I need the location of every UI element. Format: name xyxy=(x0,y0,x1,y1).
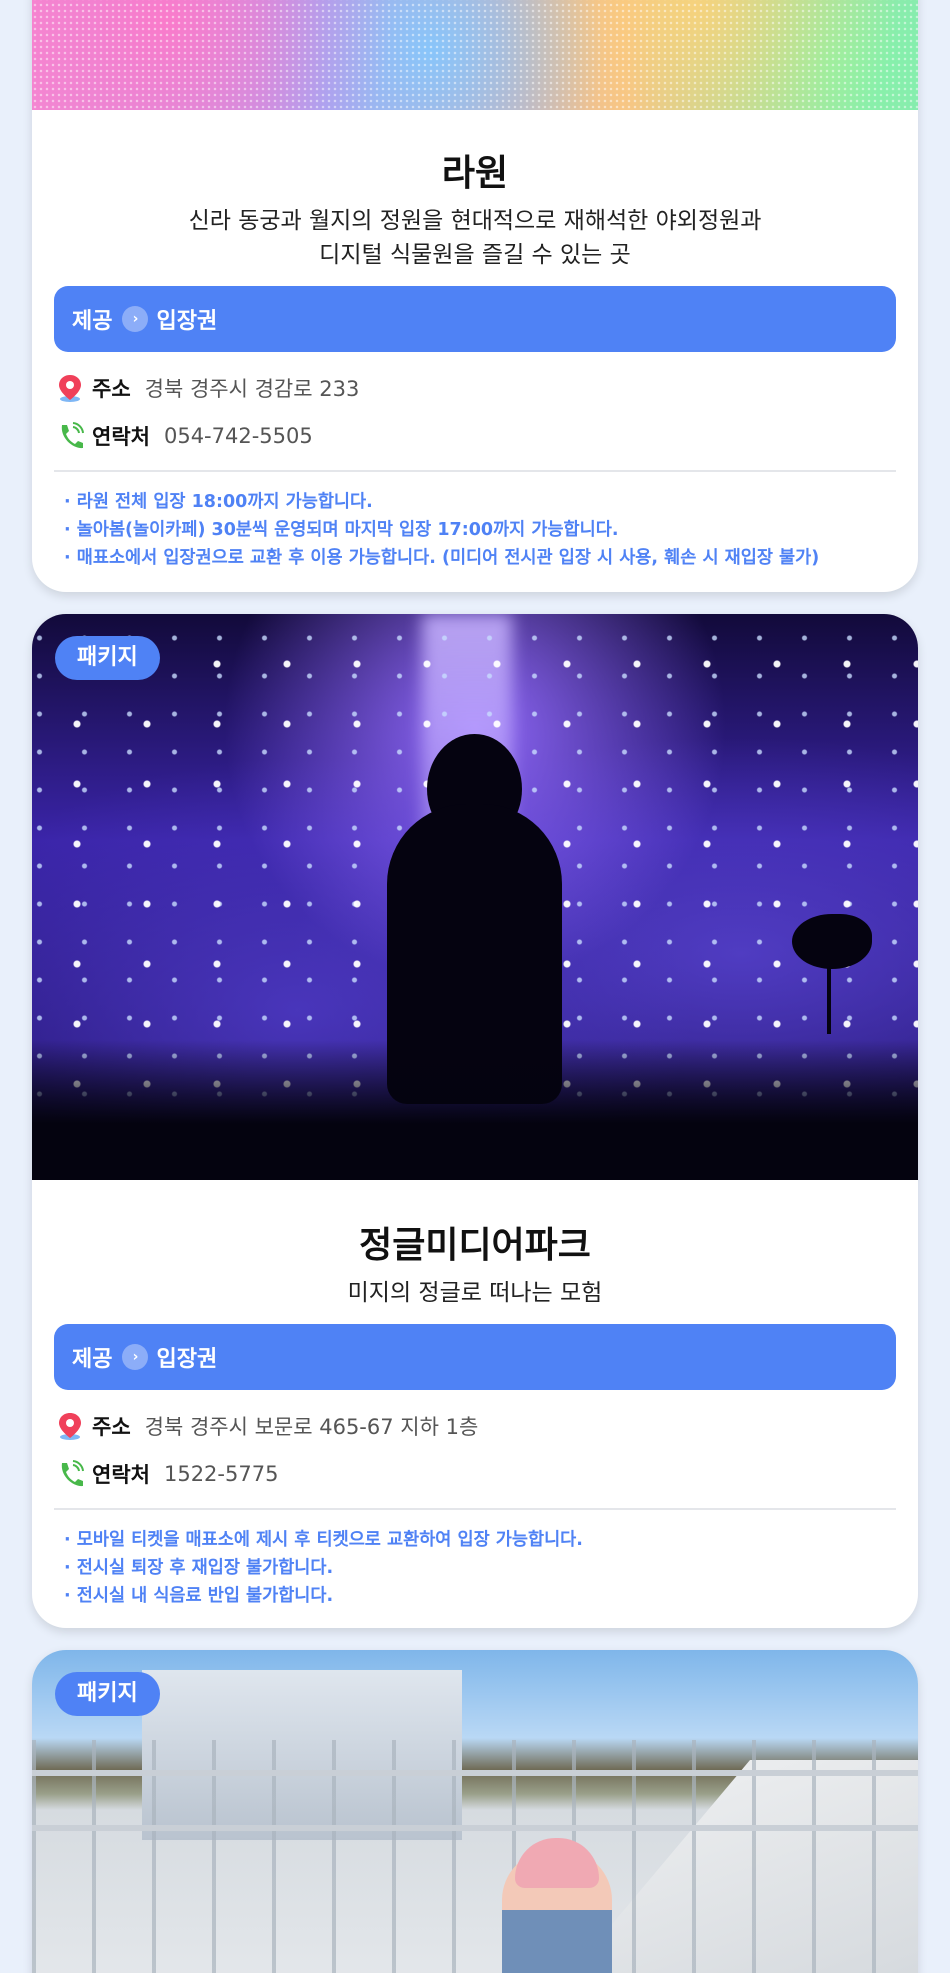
notice-item: · 전시실 퇴장 후 재입장 불가합니다. xyxy=(64,1558,334,1578)
address-value: 경북 경주시 경감로 233 xyxy=(144,377,360,401)
skywalk-photo: 패키지 xyxy=(32,1650,918,1973)
contact-value: 054-742-5505 xyxy=(163,424,313,448)
contact-row: 연락처 1522-5775 xyxy=(56,1450,918,1498)
notice-list: · 라원 전체 입장 18:00까지 가능합니다. · 놀아봄(놀이카페) 30… xyxy=(64,488,918,572)
chevron-right-icon: › xyxy=(122,1344,149,1370)
provide-label: 제공 xyxy=(72,309,113,334)
description-line: 디지털 식물원을 즐길 수 있는 곳 xyxy=(319,242,631,268)
address-row: 주소 경북 경주시 보문로 465-67 지하 1층 xyxy=(56,1402,918,1450)
provide-bar: 제공 › 입장권 xyxy=(54,286,896,352)
provide-bar: 제공 › 입장권 xyxy=(54,1324,896,1390)
card-body: 라원 신라 동궁과 월지의 정원을 현대적으로 재해석한 야외정원과 디지털 식… xyxy=(32,110,918,572)
address-label: 주소 xyxy=(92,1415,131,1439)
notice-item: · 전시실 내 식음료 반입 불가합니다. xyxy=(64,1586,334,1606)
card-body: 정글미디어파크 미지의 정글로 떠나는 모험 제공 › 입장권 주소 경북 경주… xyxy=(32,1180,918,1610)
card-description: 미지의 정글로 떠나는 모험 xyxy=(32,1276,918,1310)
divider xyxy=(54,470,896,472)
provide-label: 제공 xyxy=(72,1347,113,1372)
package-badge: 패키지 xyxy=(55,636,160,680)
phone-icon xyxy=(56,421,84,451)
provide-value: 입장권 xyxy=(156,309,218,334)
location-pin-icon xyxy=(56,1411,84,1441)
package-badge: 패키지 xyxy=(55,1672,160,1716)
notice-item: · 놀아봄(놀이카페) 30분씩 운영되며 마지막 입장 17:00까지 가능합… xyxy=(64,520,619,540)
chevron-right-icon: › xyxy=(122,306,149,332)
notice-item: · 모바일 티켓을 매표소에 제시 후 티켓으로 교환하여 입장 가능합니다. xyxy=(64,1530,583,1550)
package-card-skywalk: 패키지 xyxy=(32,1650,918,1973)
notice-item: · 매표소에서 입장권으로 교환 후 이용 가능합니다. (미디어 전시관 입장… xyxy=(64,548,820,568)
location-pin-icon xyxy=(56,373,84,403)
contact-row: 연락처 054-742-5505 xyxy=(56,412,918,460)
contact-label: 연락처 xyxy=(92,425,150,449)
description-line: 신라 동궁과 월지의 정원을 현대적으로 재해석한 야외정원과 xyxy=(188,208,762,234)
package-card-jungle-media-park: 패키지 정글미디어파크 미지의 정글로 떠나는 모험 제공 › 입장권 주소 경… xyxy=(32,614,918,1628)
card-description: 신라 동궁과 월지의 정원을 현대적으로 재해석한 야외정원과 디지털 식물원을… xyxy=(32,204,918,272)
divider xyxy=(54,1508,896,1510)
address-label: 주소 xyxy=(92,377,131,401)
notice-list: · 모바일 티켓을 매표소에 제시 후 티켓으로 교환하여 입장 가능합니다. … xyxy=(64,1526,918,1610)
contact-value: 1522-5775 xyxy=(163,1462,279,1486)
description-line: 미지의 정글로 떠나는 모험 xyxy=(347,1280,603,1306)
card-title: 정글미디어파크 xyxy=(359,1225,591,1266)
package-card-raon: 라원 신라 동궁과 월지의 정원을 현대적으로 재해석한 야외정원과 디지털 식… xyxy=(32,0,918,592)
card-title: 라원 xyxy=(441,153,509,194)
contact-label: 연락처 xyxy=(92,1463,150,1487)
raon-photo xyxy=(32,0,918,110)
jungle-media-park-photo: 패키지 xyxy=(32,614,918,1180)
phone-icon xyxy=(56,1459,84,1489)
provide-value: 입장권 xyxy=(156,1347,218,1372)
notice-item: · 라원 전체 입장 18:00까지 가능합니다. xyxy=(64,492,373,512)
address-value: 경북 경주시 보문로 465-67 지하 1층 xyxy=(144,1415,479,1439)
address-row: 주소 경북 경주시 경감로 233 xyxy=(56,364,918,412)
